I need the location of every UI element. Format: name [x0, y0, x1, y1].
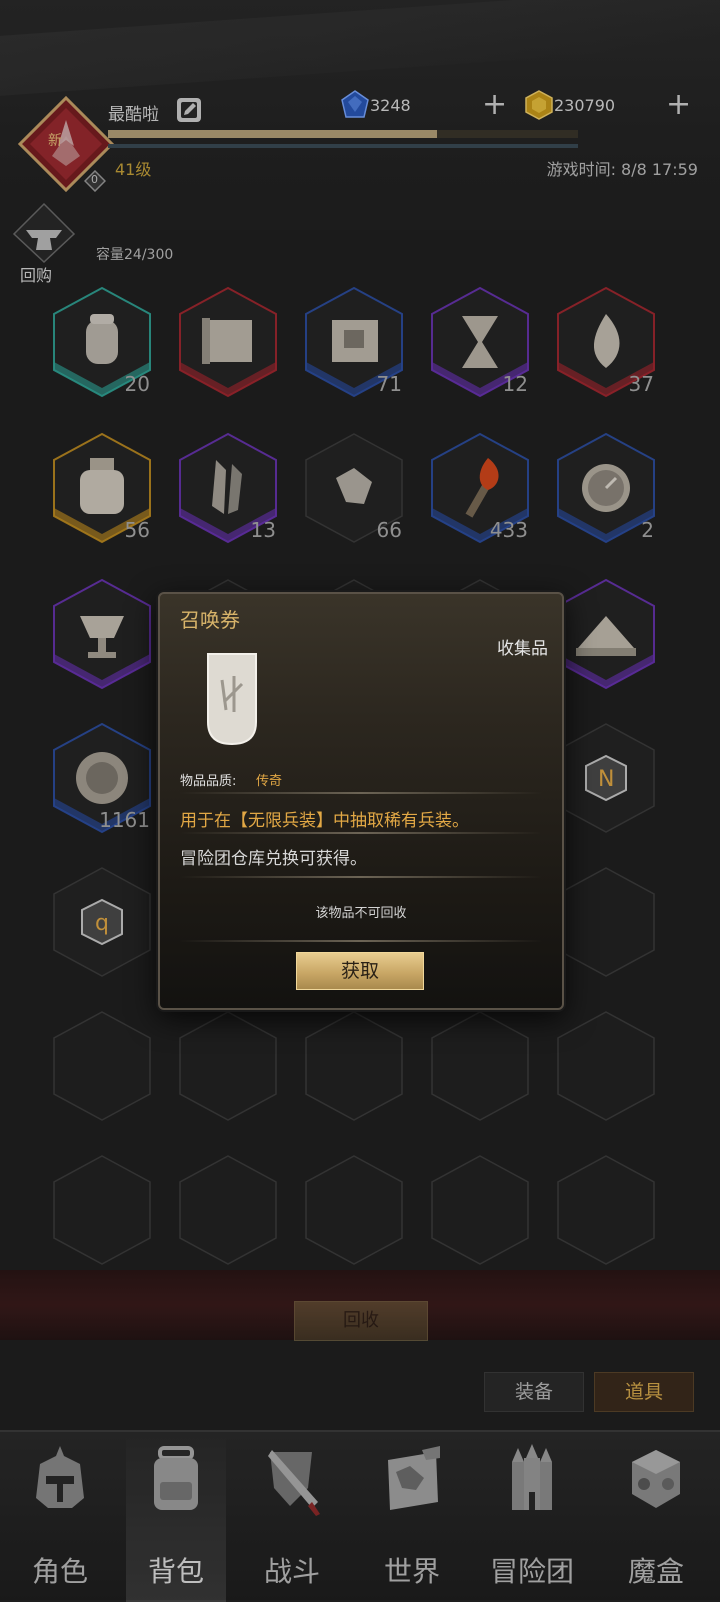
bottom-navigation: 角色 背包 战斗 世界 冒险团 魔盒 — [0, 1430, 720, 1602]
world-map-icon — [388, 1446, 440, 1510]
inventory-slot[interactable]: 12 — [428, 284, 532, 400]
inventory-slot[interactable]: 37 — [554, 284, 658, 400]
inventory-slot-empty[interactable] — [428, 1152, 532, 1268]
divider — [180, 876, 542, 878]
item-count: 20 — [124, 372, 150, 396]
inventory-slot-empty[interactable] — [302, 1152, 406, 1268]
nav-adventure-team[interactable]: 冒险团 — [472, 1432, 592, 1602]
castle-icon — [512, 1444, 552, 1510]
inventory-slot[interactable] — [554, 576, 658, 692]
item-count: 13 — [250, 518, 276, 542]
item-source: 冒险团仓库兑换可获得。 — [180, 849, 367, 869]
inventory-slot[interactable]: N — [554, 720, 658, 836]
svg-text:N: N — [598, 767, 614, 792]
sand-pile-icon — [557, 578, 655, 690]
nav-battle[interactable]: 战斗 — [232, 1432, 352, 1602]
magic-box-icon — [632, 1450, 680, 1508]
inventory-slot-empty[interactable] — [428, 1008, 532, 1124]
summon-ticket-icon — [204, 650, 260, 748]
inventory-slot[interactable] — [50, 576, 154, 692]
divider — [180, 832, 542, 834]
inventory-slot-empty[interactable] — [302, 1008, 406, 1124]
inventory-slot[interactable]: 13 — [176, 430, 280, 546]
inventory-slot[interactable]: 71 — [302, 284, 406, 400]
inventory-slot-empty[interactable] — [554, 1152, 658, 1268]
nav-label: 世界 — [383, 1555, 440, 1588]
helmet-icon — [36, 1446, 84, 1508]
nav-character[interactable]: 角色 — [0, 1432, 120, 1602]
inventory-slot[interactable]: 66 — [302, 430, 406, 546]
inventory-slot-empty[interactable] — [176, 1152, 280, 1268]
item-count: 37 — [628, 372, 654, 396]
divider — [180, 792, 542, 794]
item-count: 66 — [376, 518, 402, 542]
recycle-button[interactable]: 回收 — [294, 1301, 428, 1341]
empty-hex-icon — [557, 1155, 655, 1265]
inventory-slot[interactable] — [176, 284, 280, 400]
inventory-slot-empty[interactable] — [50, 1152, 154, 1268]
nav-label: 角色 — [31, 1555, 88, 1588]
nav-world[interactable]: 世界 — [352, 1432, 472, 1602]
empty-hex-icon — [53, 1155, 151, 1265]
item-count: 2 — [641, 518, 654, 542]
item-count: 1161 — [99, 808, 150, 832]
inventory-slot[interactable]: 2 — [554, 430, 658, 546]
obtain-button[interactable]: 获取 — [296, 952, 424, 990]
nav-label: 魔盒 — [627, 1555, 684, 1588]
inventory-slot[interactable]: 56 — [50, 430, 154, 546]
inventory-slot[interactable]: 1161 — [50, 720, 154, 836]
backpack-icon — [154, 1446, 198, 1510]
sword-shield-icon — [268, 1450, 320, 1516]
item-category: 收集品 — [497, 639, 548, 659]
nav-label: 背包 — [147, 1555, 204, 1588]
empty-hex-icon — [305, 1155, 403, 1265]
quality-value: 传奇 — [256, 774, 283, 789]
item-count: 71 — [376, 372, 402, 396]
empty-hex-icon — [431, 1155, 529, 1265]
empty-hex-icon — [53, 1011, 151, 1121]
empty-hex-icon — [179, 1155, 277, 1265]
scroll-map-icon — [179, 286, 277, 398]
nav-backpack[interactable]: 背包 — [126, 1432, 226, 1602]
empty-hex-icon — [557, 867, 655, 977]
empty-hex-icon — [179, 1011, 277, 1121]
tab-items[interactable]: 道具 — [594, 1372, 694, 1412]
divider — [180, 940, 542, 942]
tab-equipment[interactable]: 装备 — [484, 1372, 584, 1412]
inventory-slot-empty[interactable] — [554, 1008, 658, 1124]
svg-text:q: q — [95, 911, 109, 936]
nav-label: 战斗 — [263, 1555, 320, 1588]
rune-q-icon: q — [53, 867, 151, 977]
empty-hex-icon — [305, 1011, 403, 1121]
item-detail-popup: 召唤券 收集品 物品品质: 传奇 用于在【无限兵装】中抽取稀有兵装。 冒险团仓库… — [158, 592, 564, 1010]
inventory-slot-empty[interactable] — [554, 864, 658, 980]
item-count: 12 — [502, 372, 528, 396]
inventory-slot-empty[interactable] — [50, 1008, 154, 1124]
empty-hex-icon — [431, 1011, 529, 1121]
inventory-slot-empty[interactable] — [176, 1008, 280, 1124]
nav-magic-box[interactable]: 魔盒 — [596, 1432, 716, 1602]
chalice-icon — [53, 578, 151, 690]
rune-n-icon: N — [557, 723, 655, 833]
item-count: 433 — [489, 518, 528, 542]
nav-label: 冒险团 — [489, 1555, 574, 1588]
item-count: 56 — [124, 518, 150, 542]
inventory-slot[interactable]: q — [50, 864, 154, 980]
recycle-note: 该物品不可回收 — [315, 906, 407, 921]
quality-label: 物品品质: — [180, 774, 237, 789]
empty-hex-icon — [557, 1011, 655, 1121]
item-description: 用于在【无限兵装】中抽取稀有兵装。 — [180, 811, 469, 831]
inventory-slot[interactable]: 20 — [50, 284, 154, 400]
inventory-slot[interactable]: 433 — [428, 430, 532, 546]
item-title: 召唤券 — [180, 608, 240, 632]
